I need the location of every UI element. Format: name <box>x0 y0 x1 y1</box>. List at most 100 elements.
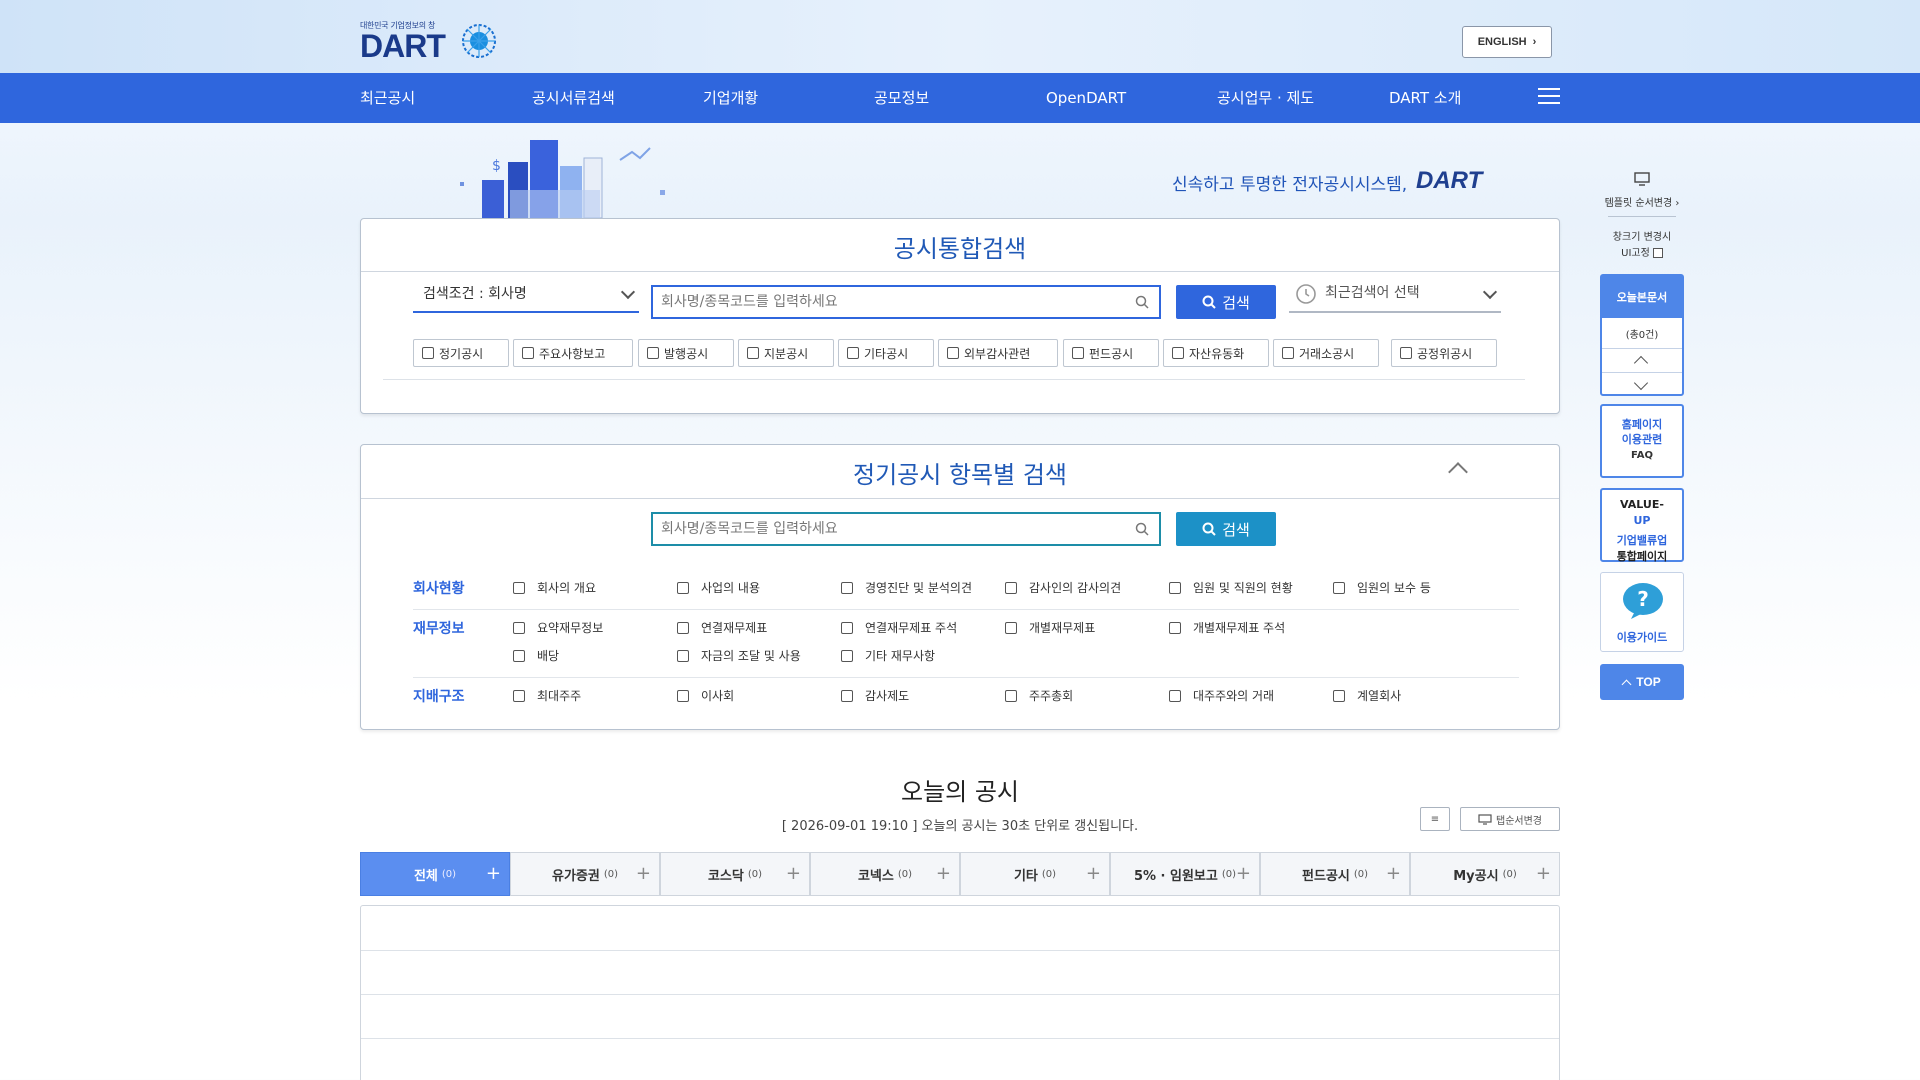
item-board[interactable]: 이사회 <box>677 687 734 704</box>
item-shareholders-meeting[interactable]: 주주총회 <box>1005 687 1073 704</box>
english-button[interactable]: ENGLISH › <box>1462 26 1552 58</box>
chevron-down-icon[interactable] <box>1633 375 1649 391</box>
checkbox[interactable] <box>677 581 689 594</box>
checkbox[interactable] <box>747 347 759 359</box>
plus-icon[interactable]: + <box>1536 865 1551 883</box>
list-view-button[interactable]: ≡ <box>1420 807 1450 831</box>
checkbox[interactable] <box>522 347 534 359</box>
search-condition-select[interactable]: 검색조건 : 회사명 <box>413 275 639 313</box>
tab-kospi[interactable]: 유가증권 (0) + <box>510 852 660 896</box>
checkbox[interactable] <box>1282 347 1294 359</box>
tab-5pct-officer[interactable]: 5% · 임원보고 (0) + <box>1110 852 1260 896</box>
tab-kosdaq[interactable]: 코스닥 (0) + <box>660 852 810 896</box>
checkbox[interactable] <box>1169 581 1181 594</box>
filter-ftc[interactable]: 공정위공시 <box>1391 339 1497 367</box>
item-other-fin[interactable]: 기타 재무사항 <box>841 647 935 664</box>
dart-logo[interactable]: 대한민국 기업정보의 창 DART <box>360 20 500 62</box>
item-consolidated[interactable]: 연결재무제표 <box>677 619 767 636</box>
plus-icon[interactable]: + <box>636 865 651 883</box>
tab-order-button[interactable]: 탭순서변경 <box>1460 807 1560 831</box>
checkbox[interactable] <box>1005 621 1017 634</box>
nav-item-system[interactable]: 공시업무 · 제도 <box>1217 73 1314 123</box>
item-business[interactable]: 사업의 내용 <box>677 579 760 596</box>
item-company-overview[interactable]: 회사의 개요 <box>513 579 596 596</box>
filter-issuance[interactable]: 발행공시 <box>638 339 734 367</box>
nav-item-offering[interactable]: 공모정보 <box>874 73 929 123</box>
checkbox[interactable] <box>513 689 525 702</box>
filter-fund[interactable]: 펀드공시 <box>1063 339 1159 367</box>
checkbox[interactable] <box>1169 689 1181 702</box>
plus-icon[interactable]: + <box>1386 865 1401 883</box>
item-audit-system[interactable]: 감사제도 <box>841 687 909 704</box>
guide-button[interactable]: ? 이용가이드 <box>1600 572 1684 652</box>
checkbox[interactable] <box>947 347 959 359</box>
top-button[interactable]: TOP <box>1600 664 1684 700</box>
nav-item-recent[interactable]: 최근공시 <box>360 73 415 123</box>
filter-equity[interactable]: 지분공시 <box>738 339 834 367</box>
checkbox[interactable] <box>841 621 853 634</box>
checkbox[interactable] <box>1169 621 1181 634</box>
item-separate-notes[interactable]: 개별재무제표 주석 <box>1169 619 1285 636</box>
plus-icon[interactable]: + <box>1236 865 1251 883</box>
template-order-link[interactable]: 템플릿 순서변경 › <box>1600 194 1684 209</box>
plus-icon[interactable]: + <box>786 865 801 883</box>
checkbox[interactable] <box>513 581 525 594</box>
nav-item-opendart[interactable]: OpenDART <box>1046 73 1126 123</box>
checkbox[interactable] <box>1172 347 1184 359</box>
periodic-search-button[interactable]: 검색 <box>1176 512 1276 546</box>
checkbox[interactable] <box>677 649 689 662</box>
tab-all[interactable]: 전체 (0) + <box>360 852 510 896</box>
checkbox[interactable] <box>677 621 689 634</box>
checkbox[interactable] <box>1072 347 1084 359</box>
menu-icon[interactable] <box>1538 88 1560 106</box>
filter-major-report[interactable]: 주요사항보고 <box>513 339 633 367</box>
checkbox[interactable] <box>847 347 859 359</box>
checkbox[interactable] <box>1005 689 1017 702</box>
tab-other[interactable]: 기타 (0) + <box>960 852 1110 896</box>
faq-button[interactable]: 홈페이지 이용관련 FAQ <box>1600 404 1684 478</box>
checkbox[interactable] <box>1652 248 1663 258</box>
checkbox[interactable] <box>1005 581 1017 594</box>
tab-konex[interactable]: 코넥스 (0) + <box>810 852 960 896</box>
checkbox[interactable] <box>513 621 525 634</box>
item-major-holder-tx[interactable]: 대주주와의 거래 <box>1169 687 1274 704</box>
item-auditor-opinion[interactable]: 감사인의 감사의견 <box>1005 579 1121 596</box>
nav-item-company[interactable]: 기업개황 <box>703 73 758 123</box>
checkbox[interactable] <box>513 649 525 662</box>
filter-exchange[interactable]: 거래소공시 <box>1273 339 1379 367</box>
item-summary-fin[interactable]: 요약재무정보 <box>513 619 603 636</box>
tab-fund[interactable]: 펀드공시 (0) + <box>1260 852 1410 896</box>
item-officer-pay[interactable]: 임원의 보수 등 <box>1333 579 1431 596</box>
recent-search-select[interactable]: 최근검색어 선택 <box>1289 275 1501 313</box>
checkbox[interactable] <box>841 581 853 594</box>
plus-icon[interactable]: + <box>486 865 501 883</box>
item-officers-staff[interactable]: 임원 및 직원의 현황 <box>1169 579 1293 596</box>
item-dividend[interactable]: 배당 <box>513 647 559 664</box>
nav-item-doc-search[interactable]: 공시서류검색 <box>532 73 615 123</box>
ui-fix-toggle[interactable]: UI고정 <box>1600 244 1684 259</box>
tab-my[interactable]: My공시 (0) + <box>1410 852 1560 896</box>
nav-item-about[interactable]: DART 소개 <box>1389 73 1461 123</box>
item-separate[interactable]: 개별재무제표 <box>1005 619 1095 636</box>
checkbox[interactable] <box>677 689 689 702</box>
item-mda[interactable]: 경영진단 및 분석의견 <box>841 579 972 596</box>
periodic-search-input[interactable]: 회사명/종목코드를 입력하세요 <box>651 512 1161 546</box>
checkbox[interactable] <box>841 649 853 662</box>
checkbox[interactable] <box>1400 347 1412 359</box>
item-fund-usage[interactable]: 자금의 조달 및 사용 <box>677 647 801 664</box>
checkbox[interactable] <box>1333 689 1345 702</box>
item-largest-holder[interactable]: 최대주주 <box>513 687 581 704</box>
checkbox[interactable] <box>841 689 853 702</box>
plus-icon[interactable]: + <box>936 865 951 883</box>
company-search-input[interactable]: 회사명/종목코드를 입력하세요 <box>651 285 1161 319</box>
valueup-button[interactable]: VALUE- UP 기업밸류업 통합페이지 <box>1600 488 1684 563</box>
plus-icon[interactable]: + <box>1086 865 1101 883</box>
filter-periodic[interactable]: 정기공시 <box>413 339 509 367</box>
filter-other[interactable]: 기타공시 <box>838 339 934 367</box>
chevron-up-icon[interactable] <box>1633 355 1649 371</box>
filter-abs[interactable]: 자산유동화 <box>1163 339 1269 367</box>
integrated-search-button[interactable]: 검색 <box>1176 285 1276 319</box>
filter-external-audit[interactable]: 외부감사관련 <box>938 339 1058 367</box>
checkbox[interactable] <box>647 347 659 359</box>
item-affiliates[interactable]: 계열회사 <box>1333 687 1401 704</box>
